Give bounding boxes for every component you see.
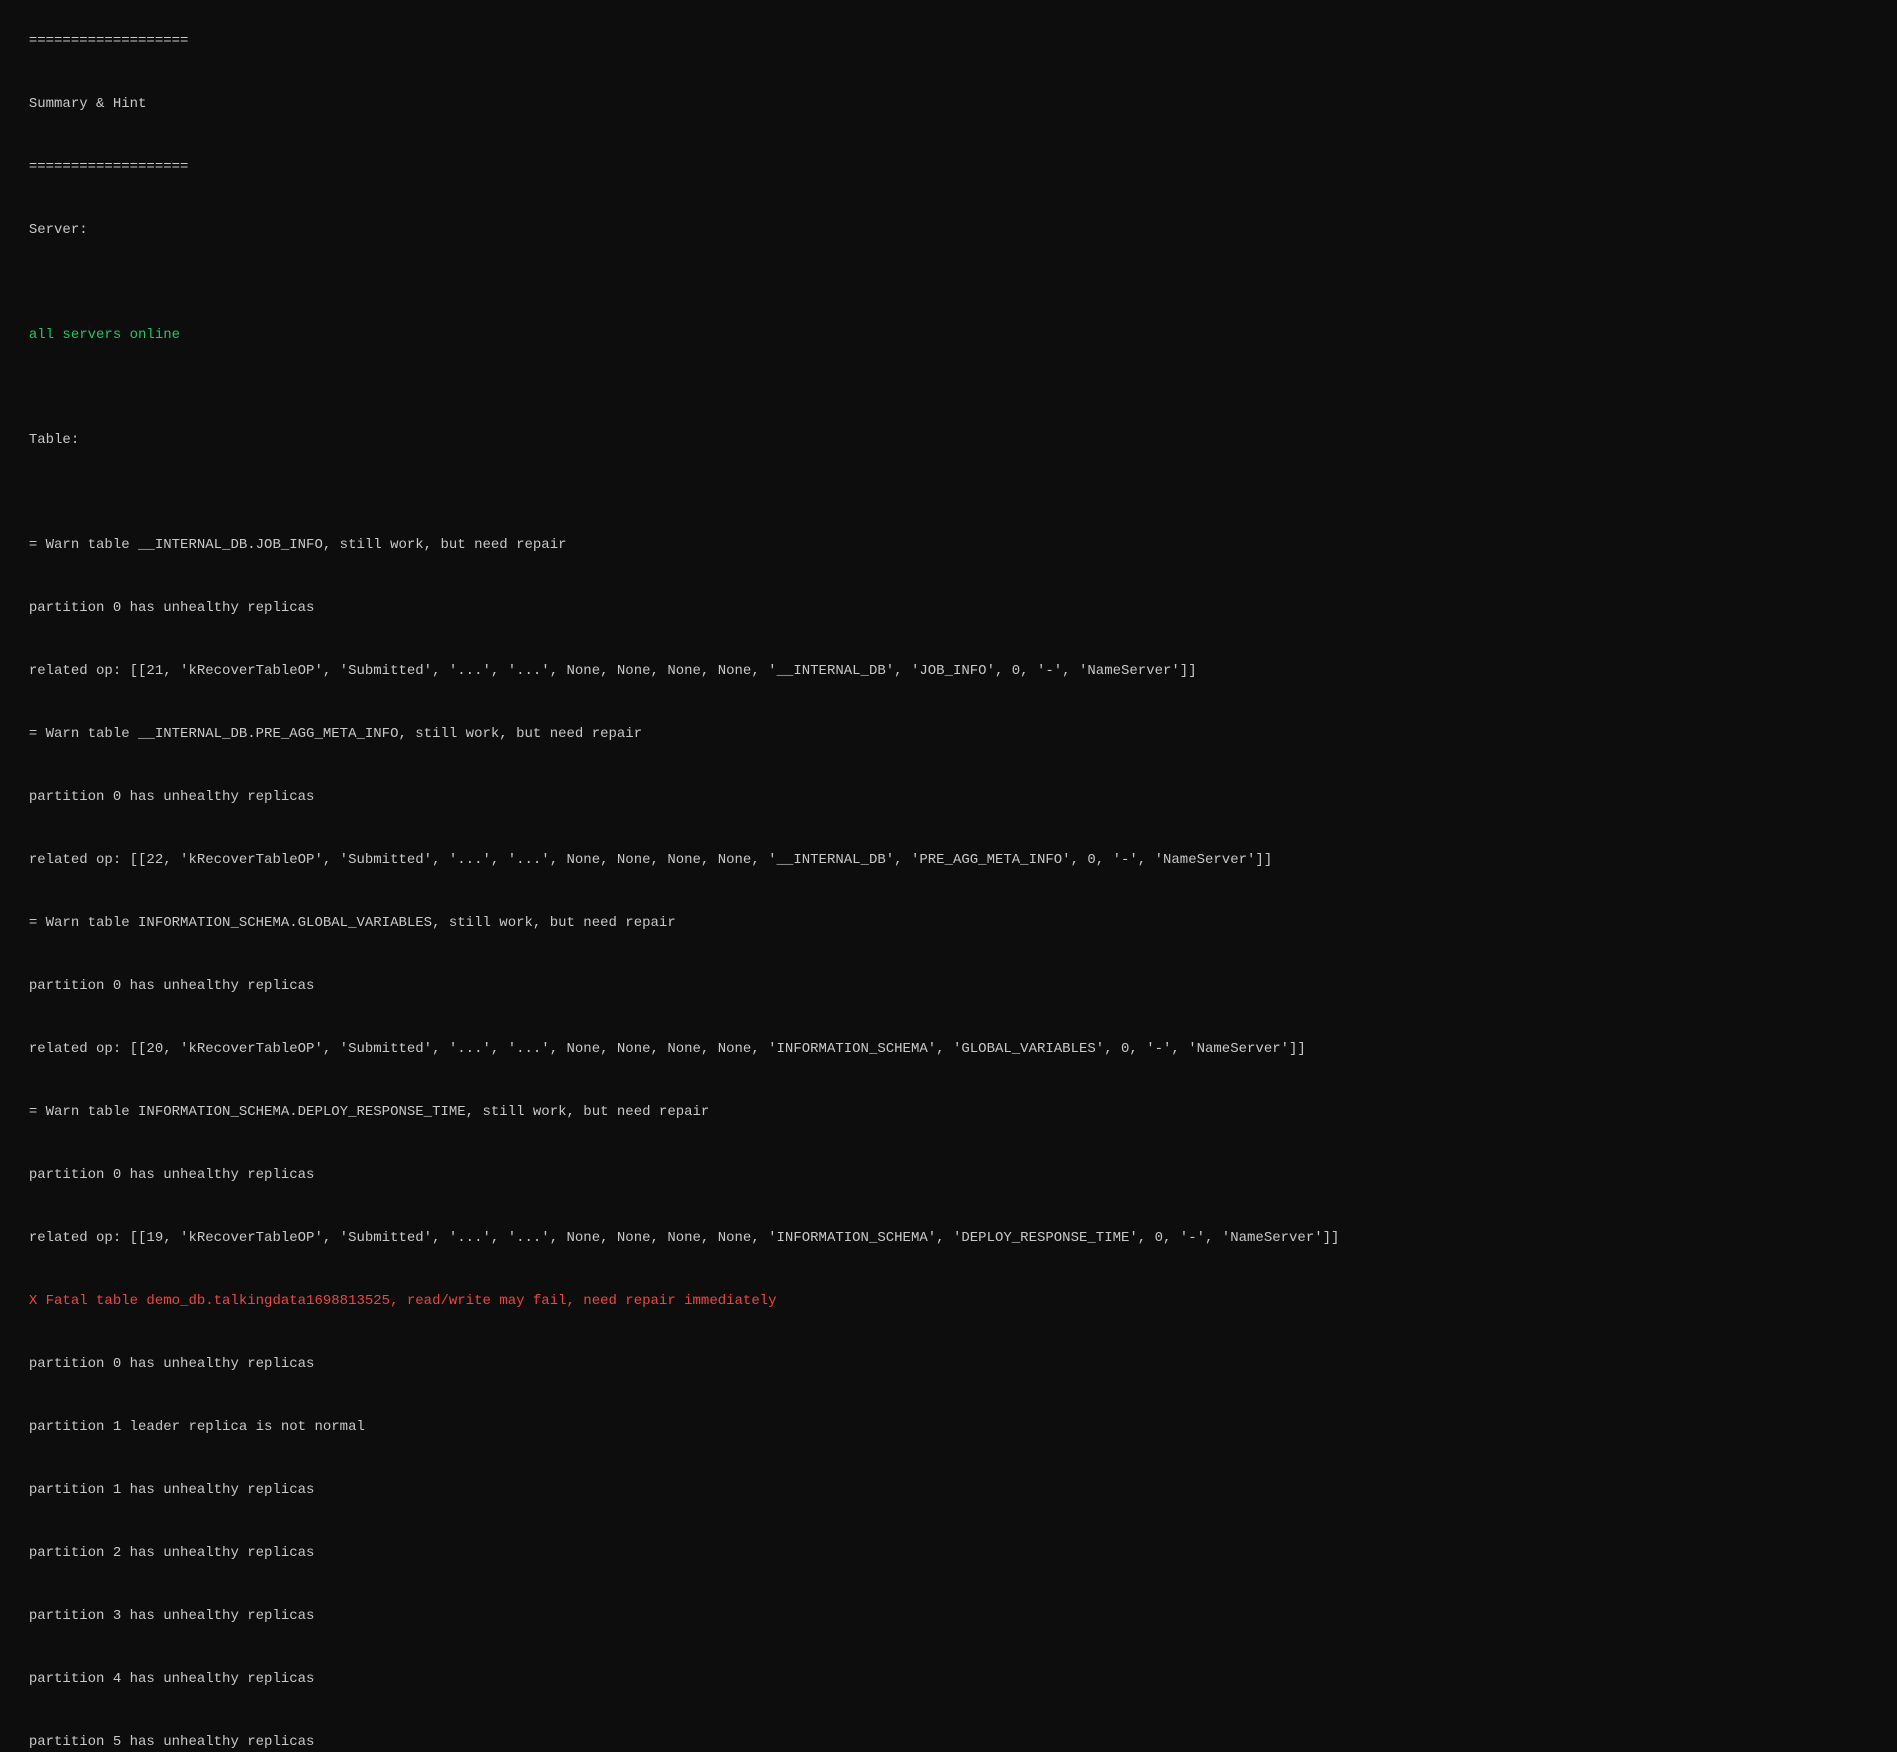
server-label: Server:: [29, 222, 88, 238]
warn-global-vars: = Warn table INFORMATION_SCHEMA.GLOBAL_V…: [29, 915, 676, 931]
fatal-p3: partition 3 has unhealthy replicas: [29, 1608, 315, 1624]
table-label: Table:: [29, 432, 79, 448]
warn-global-vars-op: related op: [[20, 'kRecoverTableOP', 'Su…: [29, 1041, 1306, 1057]
terminal-output: =================== Summary & Hint =====…: [12, 10, 1885, 1752]
fatal-p1-leader: partition 1 leader replica is not normal: [29, 1419, 365, 1435]
warn-job-info-p0: partition 0 has unhealthy replicas: [29, 600, 315, 616]
warn-deploy-response: = Warn table INFORMATION_SCHEMA.DEPLOY_R…: [29, 1104, 710, 1120]
separator-top: ===================: [29, 33, 189, 49]
server-status: all servers online: [29, 327, 180, 343]
warn-job-info-op: related op: [[21, 'kRecoverTableOP', 'Su…: [29, 663, 1197, 679]
warn-job-info: = Warn table __INTERNAL_DB.JOB_INFO, sti…: [29, 537, 567, 553]
summary-title: Summary & Hint: [29, 96, 147, 112]
warn-deploy-p0: partition 0 has unhealthy replicas: [29, 1167, 315, 1183]
fatal-p4: partition 4 has unhealthy replicas: [29, 1671, 315, 1687]
warn-global-vars-p0: partition 0 has unhealthy replicas: [29, 978, 315, 994]
warn-pre-agg-op: related op: [[22, 'kRecoverTableOP', 'Su…: [29, 852, 1272, 868]
warn-pre-agg-p0: partition 0 has unhealthy replicas: [29, 789, 315, 805]
warn-deploy-op: related op: [[19, 'kRecoverTableOP', 'Su…: [29, 1230, 1340, 1246]
fatal-p2: partition 2 has unhealthy replicas: [29, 1545, 315, 1561]
fatal-p5: partition 5 has unhealthy replicas: [29, 1734, 315, 1750]
warn-pre-agg: = Warn table __INTERNAL_DB.PRE_AGG_META_…: [29, 726, 642, 742]
fatal-p1: partition 1 has unhealthy replicas: [29, 1482, 315, 1498]
fatal-table: X Fatal table demo_db.talkingdata1698813…: [29, 1293, 777, 1309]
fatal-p0: partition 0 has unhealthy replicas: [29, 1356, 315, 1372]
separator-bottom: ===================: [29, 159, 189, 175]
